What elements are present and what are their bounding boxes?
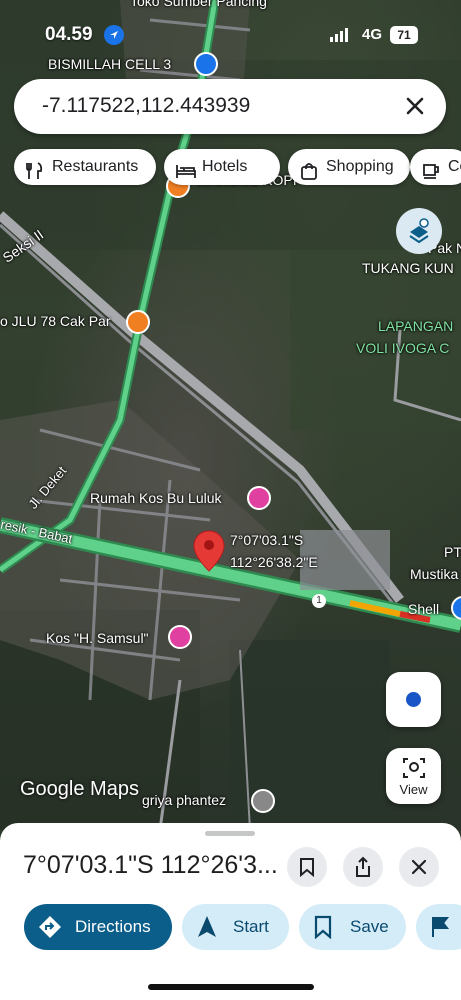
start-label: Start bbox=[233, 917, 269, 936]
layers-button[interactable] bbox=[396, 208, 442, 254]
coffee-icon bbox=[422, 158, 440, 194]
clock: 04.59 bbox=[45, 24, 93, 45]
map-label-jlu[interactable]: o JLU 78 Cak Par bbox=[0, 313, 111, 329]
my-location-icon bbox=[406, 692, 421, 707]
fork-knife-icon bbox=[26, 158, 44, 194]
my-location-button[interactable] bbox=[386, 672, 441, 727]
home-indicator bbox=[148, 984, 314, 990]
location-pin-icon[interactable] bbox=[193, 530, 225, 572]
street-view-icon bbox=[403, 758, 425, 778]
cafe-poi-icon[interactable] bbox=[126, 310, 150, 334]
share-button[interactable] bbox=[343, 847, 383, 887]
directions-button[interactable]: Directions bbox=[24, 904, 172, 950]
close-icon[interactable] bbox=[400, 91, 430, 121]
save-icon-button[interactable] bbox=[287, 847, 327, 887]
chip-label: Co bbox=[448, 158, 461, 175]
search-bar[interactable]: -7.117522,112.443939 bbox=[14, 79, 446, 134]
battery-icon: 71 bbox=[390, 26, 418, 44]
map-label-shell[interactable]: Shell bbox=[408, 601, 439, 617]
map-label-kos-samsul[interactable]: Kos "H. Samsul" bbox=[46, 630, 149, 646]
chip-coffee[interactable]: Co bbox=[410, 149, 461, 185]
layers-icon bbox=[409, 218, 429, 244]
place-bottom-sheet[interactable]: 7°07'03.1"S 112°26'3... Directions Start… bbox=[0, 823, 461, 1000]
bed-icon bbox=[176, 158, 196, 194]
close-sheet-button[interactable] bbox=[399, 847, 439, 887]
navigation-arrow-icon bbox=[198, 916, 216, 937]
bookmark-icon bbox=[314, 915, 332, 939]
street-view-button[interactable]: View bbox=[386, 748, 441, 804]
directions-label: Directions bbox=[75, 917, 151, 936]
start-button[interactable]: Start bbox=[182, 904, 289, 950]
map-label-tukang[interactable]: TUKANG KUN bbox=[362, 260, 454, 276]
place-poi-icon[interactable] bbox=[251, 789, 275, 813]
chip-restaurants[interactable]: Restaurants bbox=[14, 149, 156, 185]
directions-icon bbox=[39, 916, 61, 938]
map-label-shop[interactable]: Toko Sumber Pancing bbox=[130, 0, 267, 9]
network-type: 4G bbox=[362, 26, 383, 43]
signal-icon bbox=[330, 28, 350, 47]
chip-hotels[interactable]: Hotels bbox=[164, 149, 280, 185]
save-button[interactable]: Save bbox=[299, 904, 406, 950]
chip-label: Shopping bbox=[326, 158, 394, 175]
drag-handle[interactable] bbox=[205, 831, 255, 836]
map-label-voli[interactable]: VOLI IVOGA C bbox=[356, 340, 449, 356]
bookmark-icon bbox=[300, 858, 314, 877]
map-label-griya[interactable]: griya phantez bbox=[142, 792, 226, 808]
map-label-rumah-kos[interactable]: Rumah Kos Bu Luluk bbox=[90, 490, 222, 506]
hotel-poi-icon[interactable] bbox=[168, 625, 192, 649]
save-label: Save bbox=[350, 917, 389, 936]
chip-label: Hotels bbox=[202, 158, 248, 175]
view-label: View bbox=[399, 782, 428, 797]
shopping-bag-icon bbox=[300, 158, 318, 194]
flag-icon bbox=[432, 917, 450, 937]
pin-longitude-label: 112°26'38.2"E bbox=[230, 554, 318, 570]
route-shield-icon: 1 bbox=[312, 594, 326, 608]
hotel-poi-icon[interactable] bbox=[247, 486, 271, 510]
location-arrow-icon bbox=[104, 25, 124, 45]
place-title: 7°07'03.1"S 112°26'3... bbox=[23, 851, 278, 879]
map-label-lapangan[interactable]: LAPANGAN bbox=[378, 318, 453, 334]
map-label-bismillah-cell[interactable]: BISMILLAH CELL 3 bbox=[48, 56, 171, 72]
label-button[interactable] bbox=[416, 904, 461, 950]
close-icon bbox=[411, 859, 427, 875]
status-bar: 04.59 4G 71 bbox=[0, 20, 461, 50]
pin-latitude-label: 7°07'03.1"S bbox=[230, 532, 304, 548]
map-label-pt[interactable]: PT bbox=[444, 544, 461, 560]
google-maps-logo: Google Maps bbox=[20, 778, 139, 800]
chip-label: Restaurants bbox=[52, 158, 139, 175]
shop-poi-icon[interactable] bbox=[194, 52, 218, 76]
chip-shopping[interactable]: Shopping bbox=[288, 149, 410, 185]
share-icon bbox=[356, 856, 370, 877]
map-label-mustika[interactable]: Mustika bbox=[410, 566, 458, 582]
search-input[interactable]: -7.117522,112.443939 bbox=[42, 94, 250, 118]
